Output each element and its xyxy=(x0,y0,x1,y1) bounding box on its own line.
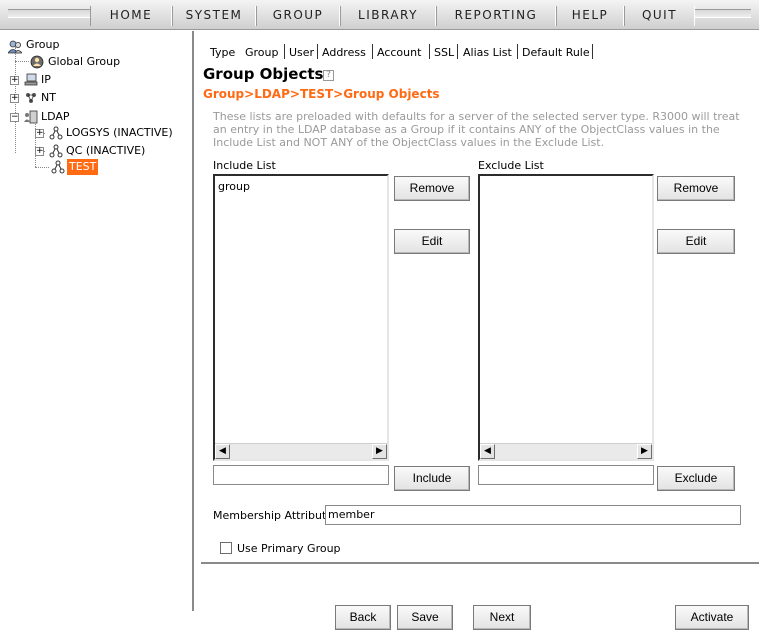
include-list-label: Include List xyxy=(213,159,276,172)
nt-domain-icon xyxy=(26,93,36,103)
tab-type[interactable]: Type xyxy=(210,46,235,59)
use-primary-group-label: Use Primary Group xyxy=(237,542,341,555)
footer-divider xyxy=(201,562,759,564)
tree-connector xyxy=(15,61,29,62)
tab-separator xyxy=(517,44,518,59)
ldap-server-icon xyxy=(24,110,38,124)
menu-library[interactable]: LIBRARY xyxy=(340,6,436,26)
tab-separator xyxy=(284,44,285,59)
scroll-right-icon[interactable]: ▶ xyxy=(637,444,652,459)
exclude-remove-button[interactable]: Remove xyxy=(657,176,735,201)
include-input[interactable] xyxy=(213,465,389,485)
menu-group[interactable]: GROUP xyxy=(256,6,340,26)
tree-label-ip: IP xyxy=(41,73,51,86)
menu-system[interactable]: SYSTEM xyxy=(172,6,256,26)
exclude-horizontal-scrollbar[interactable]: ◀ ▶ xyxy=(480,443,652,459)
exclude-listbox[interactable]: ◀ ▶ xyxy=(478,174,654,461)
exclude-list-label: Exclude List xyxy=(478,159,544,172)
tree-label-ldap: LDAP xyxy=(41,110,70,123)
include-listbox[interactable]: group ◀ ▶ xyxy=(213,174,389,461)
scroll-left-icon[interactable]: ◀ xyxy=(215,444,230,459)
users-icon xyxy=(8,40,22,54)
global-group-icon xyxy=(30,55,44,69)
expand-plus-icon[interactable]: + xyxy=(10,76,19,85)
network-computer-icon xyxy=(24,73,38,86)
include-edit-button[interactable]: Edit xyxy=(394,229,470,254)
save-button[interactable]: Save xyxy=(397,605,453,630)
top-menu-bar: HOME SYSTEM GROUP LIBRARY REPORTING HELP… xyxy=(0,0,759,30)
tree-item-qc[interactable]: + QC (INACTIVE) xyxy=(0,143,190,159)
tab-address[interactable]: Address xyxy=(322,46,366,59)
exclude-edit-button[interactable]: Edit xyxy=(657,229,735,254)
use-primary-group-checkbox[interactable] xyxy=(220,542,232,554)
scroll-right-icon[interactable]: ▶ xyxy=(372,444,387,459)
content-pane: Type Group User Address Account SSL Alia… xyxy=(201,31,759,630)
back-button[interactable]: Back xyxy=(335,605,391,630)
tree-item-nt[interactable]: + NT xyxy=(0,90,180,106)
tab-separator xyxy=(372,44,373,59)
tree-label-global-group: Global Group xyxy=(48,55,121,68)
tab-separator xyxy=(429,44,430,59)
help-icon[interactable]: ? xyxy=(323,70,334,81)
tab-ssl[interactable]: SSL xyxy=(434,46,454,59)
membership-attribute-field[interactable]: member xyxy=(325,505,741,525)
tree-item-test[interactable]: TEST xyxy=(0,159,190,175)
ldap-node-icon xyxy=(49,144,63,158)
tab-separator xyxy=(457,44,458,59)
tree-label-group: Group xyxy=(26,38,60,51)
tree-label-test: TEST xyxy=(67,159,99,175)
menu-bar-decoration-right xyxy=(695,9,751,18)
group-tree-pane: Group Global Group + IP + NT − LDAP + LO… xyxy=(0,31,194,611)
expand-plus-icon[interactable]: + xyxy=(35,129,44,138)
menu-home[interactable]: HOME xyxy=(90,6,172,26)
tree-label-nt: NT xyxy=(41,91,56,104)
tab-group[interactable]: Group xyxy=(245,46,279,59)
include-horizontal-scrollbar[interactable]: ◀ ▶ xyxy=(215,443,387,459)
tree-item-ldap[interactable]: − LDAP xyxy=(0,109,180,125)
tree-item-logsys[interactable]: + LOGSYS (INACTIVE) xyxy=(0,125,190,141)
menu-quit[interactable]: QUIT xyxy=(624,6,695,26)
exclude-add-button[interactable]: Exclude xyxy=(657,466,735,491)
activate-button[interactable]: Activate xyxy=(675,605,749,630)
description-text: These lists are preloaded with defaults … xyxy=(213,110,740,149)
next-button[interactable]: Next xyxy=(473,605,531,630)
include-remove-button[interactable]: Remove xyxy=(394,176,470,201)
include-add-button[interactable]: Include xyxy=(394,466,470,491)
menu-reporting[interactable]: REPORTING xyxy=(436,6,556,26)
tree-label-logsys: LOGSYS (INACTIVE) xyxy=(66,126,173,139)
breadcrumb: Group>LDAP>TEST>Group Objects xyxy=(203,87,440,101)
membership-attribute-label: Membership Attribute xyxy=(213,509,334,522)
exclude-input[interactable] xyxy=(478,465,654,485)
tab-separator xyxy=(592,44,593,59)
expand-plus-icon[interactable]: + xyxy=(10,94,19,103)
tab-account[interactable]: Account xyxy=(377,46,421,59)
ldap-node-icon xyxy=(49,126,63,140)
page-title: Group Objects xyxy=(203,65,324,83)
scroll-left-icon[interactable]: ◀ xyxy=(480,444,495,459)
tab-default-rule[interactable]: Default Rule xyxy=(522,46,590,59)
tree-item-ip[interactable]: + IP xyxy=(0,72,180,88)
collapse-minus-icon[interactable]: − xyxy=(10,113,19,122)
tree-label-qc: QC (INACTIVE) xyxy=(66,144,146,157)
tab-user[interactable]: User xyxy=(289,46,314,59)
menu-bar-decoration-left xyxy=(8,9,90,18)
ldap-node-icon xyxy=(51,160,65,174)
tab-alias-list[interactable]: Alias List xyxy=(463,46,512,59)
list-item[interactable]: group xyxy=(218,180,250,193)
menu-help[interactable]: HELP xyxy=(556,6,624,26)
expand-plus-icon[interactable]: + xyxy=(35,147,44,156)
tab-separator xyxy=(317,44,318,59)
